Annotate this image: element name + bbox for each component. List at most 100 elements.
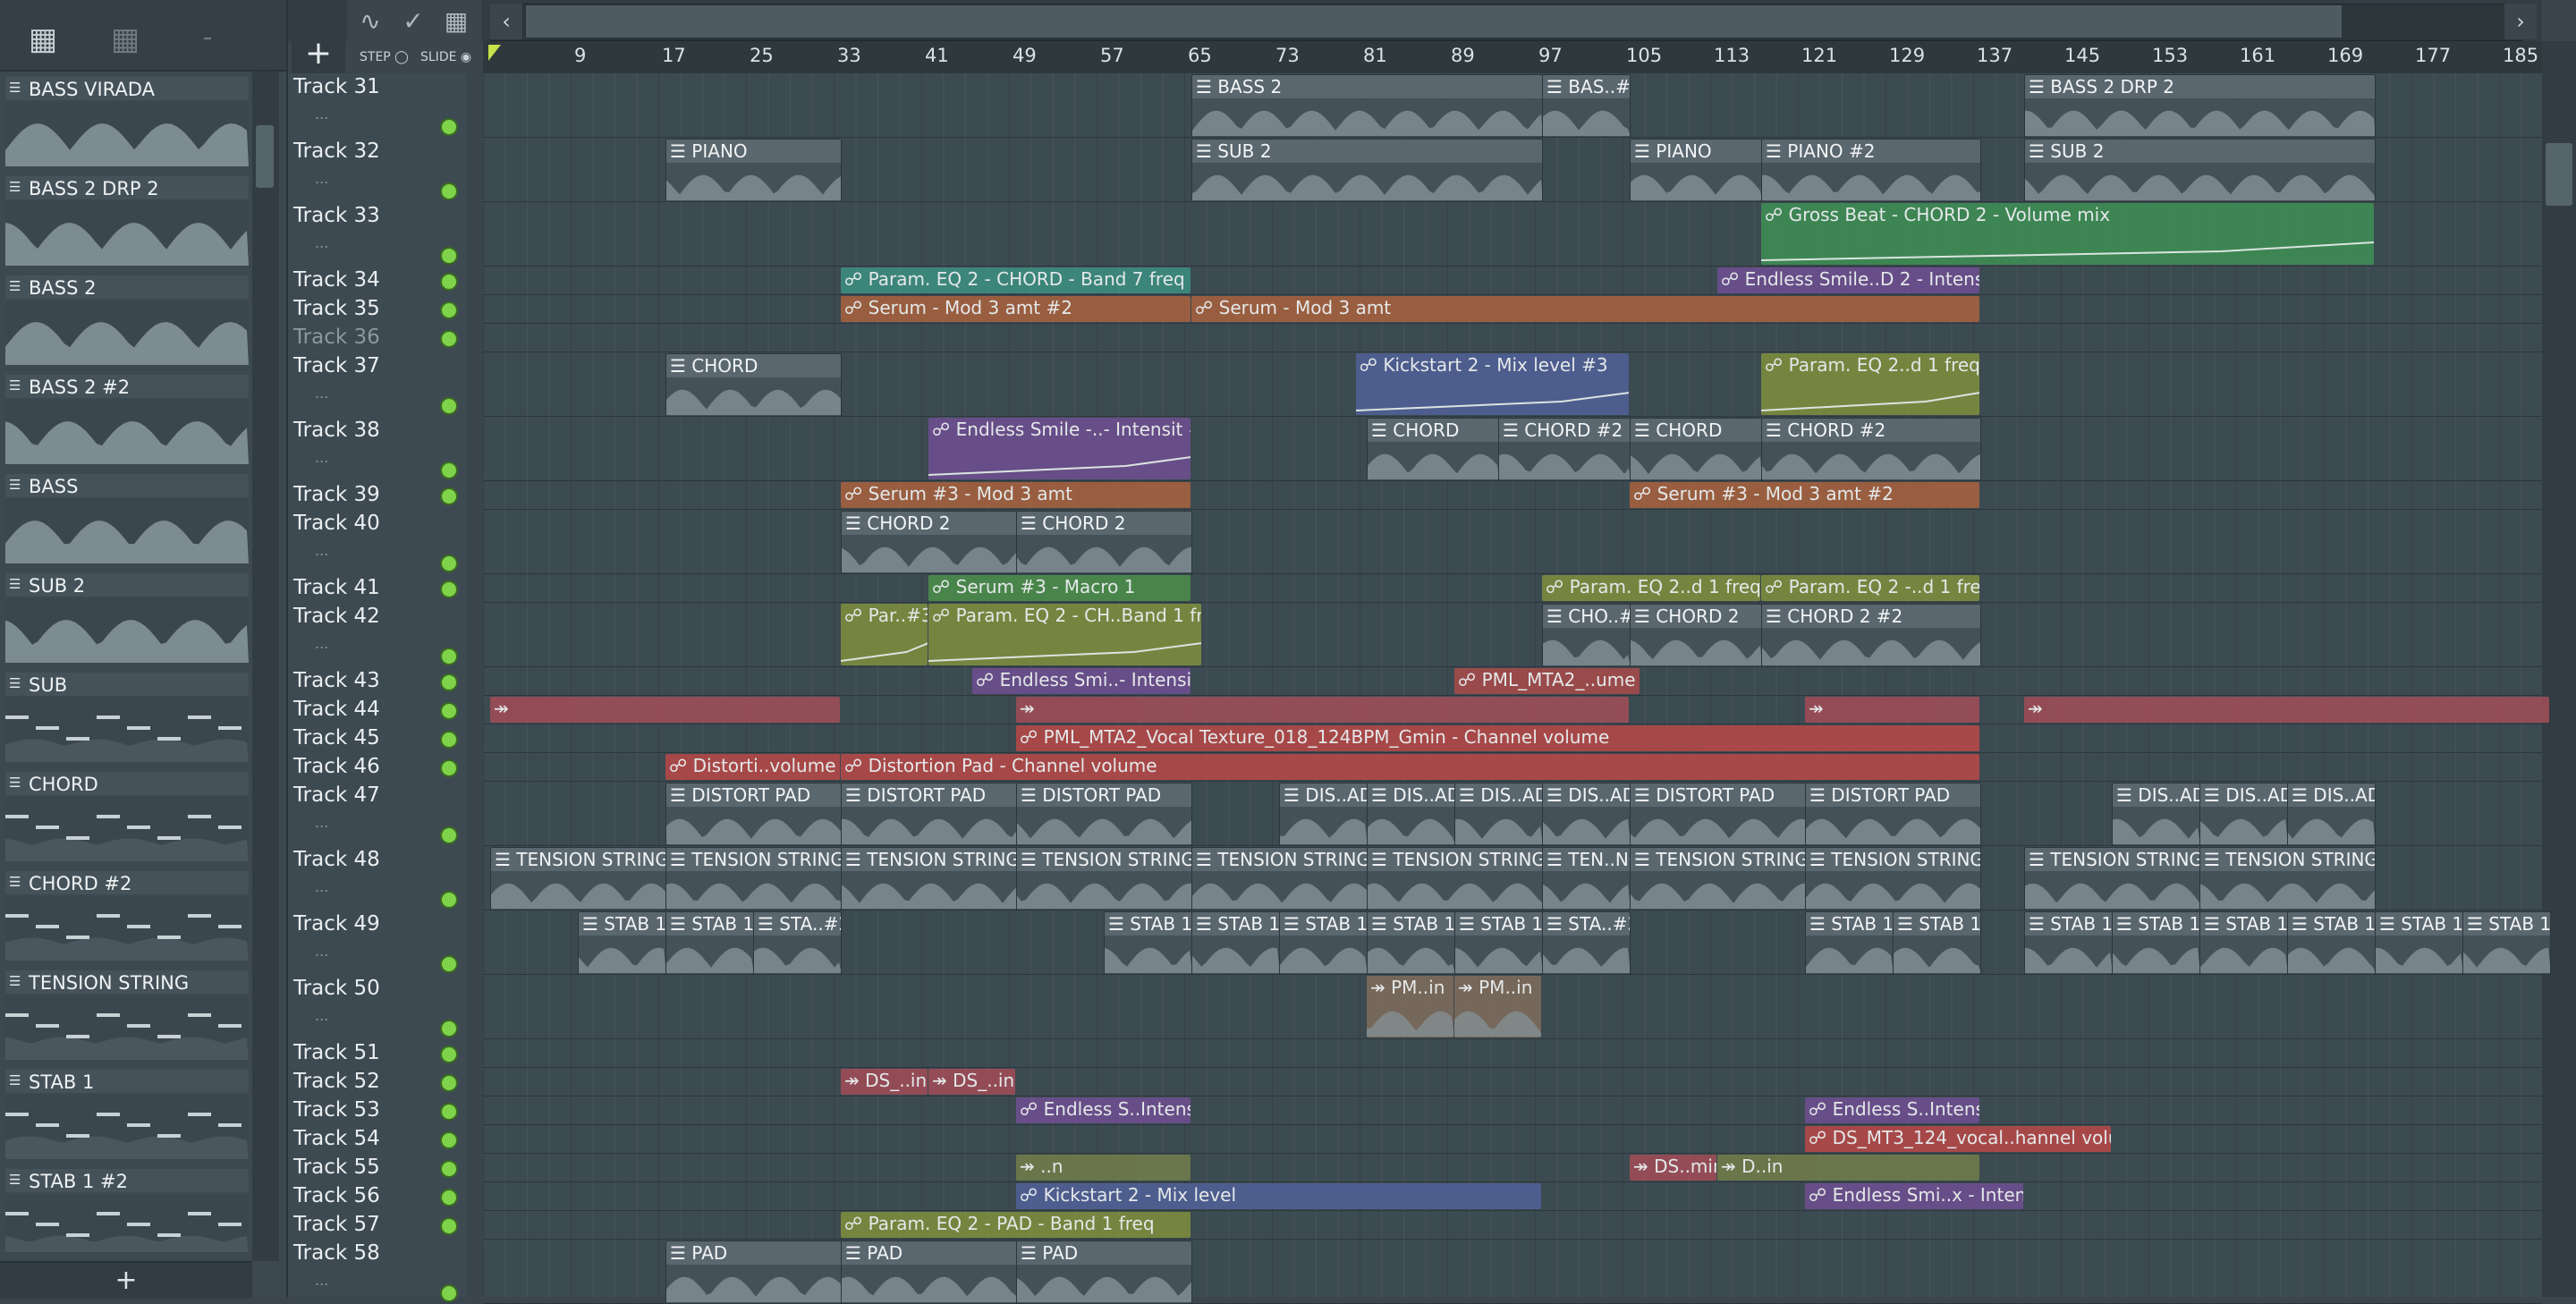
- pattern-clip[interactable]: ☰ TENSION STRING: [1191, 847, 1368, 910]
- pattern-clip[interactable]: ☰ TENSION STRING: [841, 847, 1017, 910]
- pattern-clip[interactable]: ☰ TENSION STRING: [2024, 847, 2200, 910]
- track-mute-led[interactable]: [440, 461, 458, 479]
- track-mute-led[interactable]: [440, 118, 458, 136]
- pattern-item[interactable]: ☰ BASS: [5, 469, 249, 565]
- vertical-scrollbar-thumb[interactable]: [2546, 143, 2572, 206]
- pattern-clip[interactable]: ☰ DISTORT PAD: [1016, 783, 1192, 846]
- step-toggle[interactable]: STEP ◯: [360, 50, 409, 64]
- pattern-clip[interactable]: ☰ DISTORT PAD: [665, 783, 842, 846]
- pattern-item[interactable]: ☰ TENSION STRING: [5, 965, 249, 1062]
- picker-scrollbar-thumb[interactable]: [256, 125, 274, 188]
- track-mute-led[interactable]: [440, 1046, 458, 1063]
- pattern-clip[interactable]: ☰ CHORD 2: [841, 511, 1017, 574]
- track-mute-led[interactable]: [440, 397, 458, 415]
- pattern-clip[interactable]: ☰ STA..#2: [753, 911, 842, 975]
- automation-clip[interactable]: ☍ Distortion Pad - Channel volume: [841, 754, 1979, 780]
- track-header[interactable]: Track 42...: [288, 603, 467, 667]
- audio-clip[interactable]: ↠ PM..in: [1367, 976, 1453, 1037]
- track-mute-led[interactable]: [440, 273, 458, 291]
- automation-clip[interactable]: ☍ Endless S..Intensit: [1016, 1097, 1191, 1123]
- automation-clip[interactable]: ☍ Par..#3: [841, 604, 928, 665]
- pattern-item[interactable]: ☰ BASS VIRADA: [5, 72, 249, 168]
- automation-clip[interactable]: ☍ DS_MT3_124_vocal..hannel volume: [1805, 1126, 2111, 1152]
- track-header[interactable]: Track 37...: [288, 352, 467, 417]
- track-mute-led[interactable]: [440, 1189, 458, 1207]
- audio-clip[interactable]: ↠ ..n: [1016, 1155, 1191, 1181]
- track-mute-led[interactable]: [440, 1020, 458, 1037]
- pattern-clip[interactable]: ☰ STAB 1: [1454, 911, 1543, 975]
- picker-scrollbar[interactable]: [252, 72, 279, 1261]
- pattern-clip[interactable]: ☰ BASS 2 DRP 2: [2024, 74, 2376, 138]
- automation-clip[interactable]: ☍ PML_MTA2_Vocal Texture_018_124BPM_Gmin…: [1016, 725, 1979, 751]
- add-track-button[interactable]: +: [292, 0, 345, 73]
- track-header[interactable]: Track 39: [288, 481, 467, 510]
- pattern-clip[interactable]: ☰ CHORD: [665, 353, 842, 417]
- track-header[interactable]: Track 57: [288, 1211, 467, 1240]
- track-header[interactable]: Track 54: [288, 1125, 467, 1154]
- track-mute-led[interactable]: [440, 580, 458, 598]
- automation-clip[interactable]: ☍ Distorti..volume #2: [665, 754, 840, 780]
- pattern-clip[interactable]: ☰ BAS..#2: [1542, 74, 1631, 138]
- track-header[interactable]: Track 55: [288, 1154, 467, 1182]
- pattern-clip[interactable]: ☰ TENSION STRING: [490, 847, 666, 910]
- automation-clip[interactable]: ☍ Param. EQ 2..d 1 freq #4: [1542, 575, 1760, 601]
- pattern-clip[interactable]: ☰ TENSION STRING: [1367, 847, 1543, 910]
- track-mute-led[interactable]: [440, 891, 458, 909]
- automation-view-icon[interactable]: ╴: [191, 20, 231, 59]
- automation-clip[interactable]: ☍ Endless Smi..x - Intensit: [1805, 1183, 2023, 1209]
- track-header[interactable]: Track 53: [288, 1097, 467, 1125]
- pattern-item[interactable]: ☰ BASS 2: [5, 270, 249, 367]
- pattern-clip[interactable]: ☰ DIS..AD: [1279, 783, 1368, 846]
- track-header[interactable]: Track 45: [288, 724, 467, 753]
- track-header[interactable]: Track 47...: [288, 782, 467, 846]
- track-header[interactable]: Track 36: [288, 324, 467, 352]
- pattern-clip[interactable]: ☰ SUB 2: [2024, 139, 2376, 202]
- audio-clip[interactable]: ↠: [1805, 697, 1979, 723]
- track-header[interactable]: Track 48...: [288, 846, 467, 910]
- track-header[interactable]: Track 50...: [288, 975, 467, 1039]
- automation-clip[interactable]: ☍ Endless Smile -..- Intensit #2: [928, 418, 1191, 479]
- pattern-item[interactable]: ☰ CHORD #2: [5, 866, 249, 962]
- track-mute-led[interactable]: [440, 247, 458, 265]
- pattern-clip[interactable]: ☰ CHORD #2: [1498, 418, 1631, 481]
- pattern-clip[interactable]: ☰ STAB 1: [2375, 911, 2463, 975]
- pattern-item[interactable]: ☰ STAB 1 #2: [5, 1164, 249, 1252]
- pattern-clip[interactable]: ☰ STAB 1: [2462, 911, 2551, 975]
- automation-clip[interactable]: ☍ Kickstart 2 - Mix level: [1016, 1183, 1541, 1209]
- track-mute-led[interactable]: [440, 555, 458, 572]
- track-header[interactable]: Track 40...: [288, 510, 467, 574]
- waveform-tool-icon[interactable]: ∿: [352, 5, 388, 38]
- pattern-clip[interactable]: ☰ PAD: [1016, 1240, 1192, 1304]
- draw-tool-icon[interactable]: ✓: [395, 5, 431, 38]
- track-header[interactable]: Track 52: [288, 1068, 467, 1097]
- pattern-item[interactable]: ☰ STAB 1: [5, 1064, 249, 1161]
- automation-clip[interactable]: ☍ Param. EQ 2 - CH..Band 1 freq: [928, 604, 1202, 665]
- pattern-clip[interactable]: ☰ TENSION STRING: [1016, 847, 1192, 910]
- track-mute-led[interactable]: [440, 759, 458, 777]
- pattern-clip[interactable]: ☰ DIS..AD: [2287, 783, 2376, 846]
- picker-add-button[interactable]: +: [0, 1261, 252, 1299]
- track-header[interactable]: Track 35: [288, 295, 467, 324]
- track-header[interactable]: Track 44: [288, 696, 467, 724]
- audio-clip[interactable]: ↠ DS..min: [1630, 1155, 1716, 1181]
- audio-clip[interactable]: ↠ DS_..in: [928, 1069, 1015, 1095]
- pattern-item[interactable]: ☰ CHORD: [5, 766, 249, 863]
- automation-clip[interactable]: ☍ Serum - Mod 3 amt: [1191, 296, 1979, 322]
- track-mute-led[interactable]: [440, 1103, 458, 1121]
- pattern-clip[interactable]: ☰ PIANO: [1630, 139, 1762, 202]
- automation-clip[interactable]: ☍ Kickstart 2 - Mix level #3: [1355, 353, 1629, 415]
- pattern-clip[interactable]: ☰ DISTORT PAD: [1630, 783, 1806, 846]
- pattern-clip[interactable]: ☰ DIS..AD: [1542, 783, 1631, 846]
- pattern-clip[interactable]: ☰ PAD: [841, 1240, 1017, 1304]
- automation-clip[interactable]: ☍ Param. EQ 2 - CHORD - Band 7 freq: [841, 267, 1191, 293]
- track-header[interactable]: Track 31...: [288, 73, 467, 138]
- bar-ruler[interactable]: 9 17 25 33 41 49 57 65 73 81 89 97 105 113 121 129 137 14…: [483, 41, 2542, 75]
- track-mute-led[interactable]: [440, 1284, 458, 1302]
- pattern-clip[interactable]: ☰ STAB 1: [2024, 911, 2113, 975]
- track-mute-led[interactable]: [440, 1217, 458, 1235]
- pattern-item[interactable]: ☰ SUB: [5, 667, 249, 764]
- pattern-clip[interactable]: ☰ CHORD 2: [1630, 604, 1762, 667]
- pattern-clip[interactable]: ☰ TENSION STRING: [665, 847, 842, 910]
- playhead-marker[interactable]: [488, 45, 501, 61]
- pattern-clip[interactable]: ☰ STAB 1: [1279, 911, 1368, 975]
